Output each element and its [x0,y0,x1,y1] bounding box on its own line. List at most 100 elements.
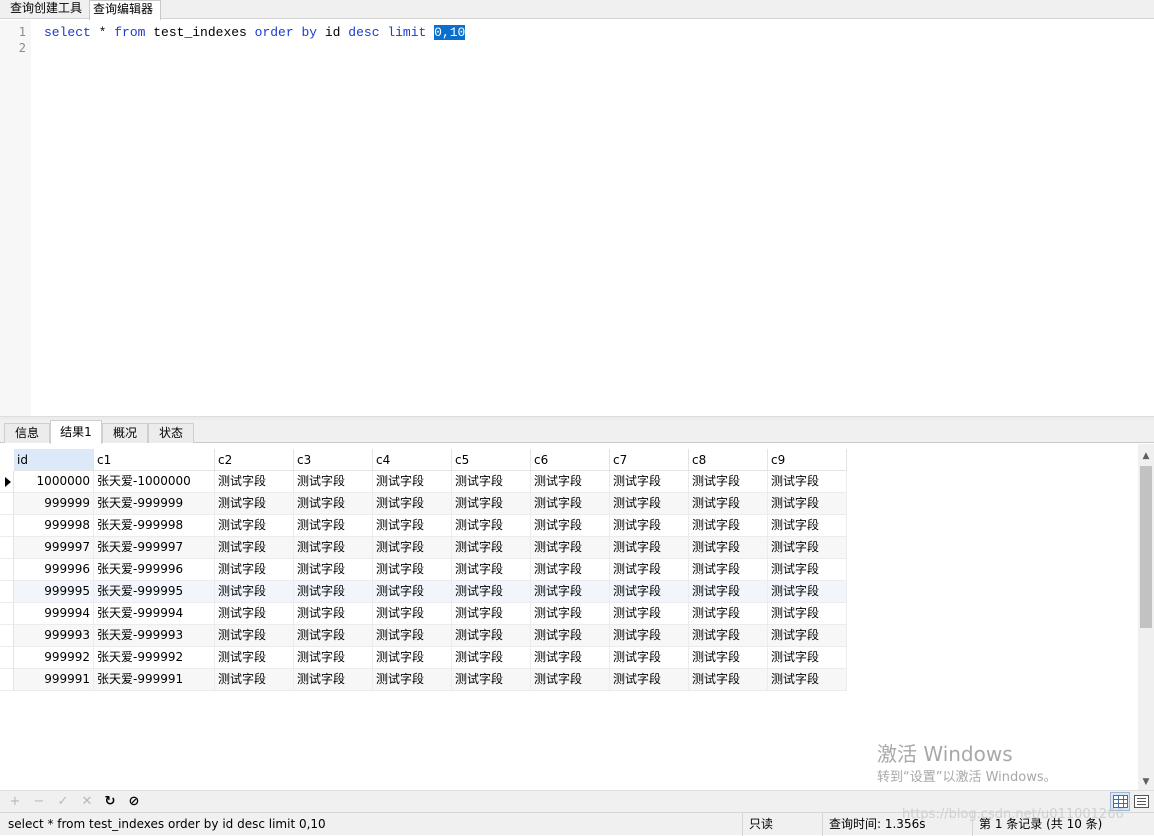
table-cell[interactable]: 测试字段 [531,537,610,559]
row-indicator[interactable] [0,559,14,581]
table-cell[interactable]: 测试字段 [531,647,610,669]
tab-result-1[interactable]: 结果1 [50,420,102,444]
table-cell[interactable]: 测试字段 [373,471,452,493]
table-cell[interactable]: 张天爱-999999 [94,493,215,515]
row-indicator[interactable] [0,515,14,537]
table-cell[interactable]: 测试字段 [768,515,847,537]
table-cell[interactable]: 测试字段 [294,647,373,669]
table-cell[interactable]: 999994 [14,603,94,625]
table-cell[interactable]: 测试字段 [215,559,294,581]
sql-editor[interactable]: 1 2 select * from test_indexes order by … [0,20,1154,416]
table-cell[interactable]: 测试字段 [215,493,294,515]
table-cell[interactable]: 测试字段 [610,559,689,581]
column-header-c4[interactable]: c4 [373,449,452,471]
table-cell[interactable]: 张天爱-1000000 [94,471,215,493]
table-cell[interactable]: 1000000 [14,471,94,493]
table-cell[interactable]: 测试字段 [452,493,531,515]
tab-status[interactable]: 状态 [148,423,194,443]
table-cell[interactable]: 测试字段 [768,625,847,647]
table-cell[interactable]: 测试字段 [452,625,531,647]
table-cell[interactable]: 测试字段 [768,559,847,581]
scrollbar-thumb[interactable] [1140,466,1152,628]
table-cell[interactable]: 测试字段 [373,581,452,603]
row-indicator[interactable] [0,581,14,603]
table-cell[interactable]: 测试字段 [215,581,294,603]
table-cell[interactable]: 张天爱-999994 [94,603,215,625]
row-indicator[interactable] [0,537,14,559]
table-cell[interactable]: 999998 [14,515,94,537]
delete-record-icon[interactable]: − [30,793,48,811]
tab-query-editor[interactable]: 查询编辑器 [89,0,161,20]
table-cell[interactable]: 测试字段 [689,625,768,647]
table-cell[interactable]: 测试字段 [610,625,689,647]
row-indicator[interactable] [0,669,14,691]
table-cell[interactable]: 测试字段 [452,581,531,603]
table-cell[interactable]: 测试字段 [689,493,768,515]
scroll-down-icon[interactable]: ▼ [1138,774,1154,790]
table-cell[interactable]: 张天爱-999996 [94,559,215,581]
column-header-id[interactable]: id [14,449,94,471]
table-cell[interactable]: 999992 [14,647,94,669]
column-header-c2[interactable]: c2 [215,449,294,471]
table-cell[interactable]: 测试字段 [531,559,610,581]
add-record-icon[interactable]: + [6,793,24,811]
table-cell[interactable]: 测试字段 [531,603,610,625]
table-cell[interactable]: 测试字段 [373,515,452,537]
table-cell[interactable]: 测试字段 [531,515,610,537]
row-indicator[interactable] [0,647,14,669]
table-cell[interactable]: 张天爱-999995 [94,581,215,603]
table-cell[interactable]: 测试字段 [531,625,610,647]
table-cell[interactable]: 测试字段 [768,471,847,493]
table-cell[interactable]: 测试字段 [294,581,373,603]
table-cell[interactable]: 测试字段 [452,669,531,691]
vertical-scrollbar[interactable]: ▲ ▼ [1138,444,1154,790]
table-cell[interactable]: 测试字段 [531,581,610,603]
table-cell[interactable]: 测试字段 [294,559,373,581]
tab-query-builder[interactable]: 查询创建工具 [7,0,87,19]
table-cell[interactable]: 测试字段 [531,493,610,515]
column-header-c6[interactable]: c6 [531,449,610,471]
table-cell[interactable]: 测试字段 [373,625,452,647]
table-cell[interactable]: 测试字段 [373,493,452,515]
table-cell[interactable]: 测试字段 [768,537,847,559]
table-cell[interactable]: 测试字段 [531,669,610,691]
table-cell[interactable]: 测试字段 [768,647,847,669]
table-cell[interactable]: 测试字段 [768,669,847,691]
table-cell[interactable]: 测试字段 [294,493,373,515]
table-cell[interactable]: 测试字段 [373,559,452,581]
scroll-up-icon[interactable]: ▲ [1138,448,1154,464]
table-cell[interactable]: 测试字段 [610,537,689,559]
table-cell[interactable]: 测试字段 [215,669,294,691]
table-cell[interactable]: 999997 [14,537,94,559]
tab-overview[interactable]: 概况 [102,423,148,443]
table-cell[interactable]: 测试字段 [689,669,768,691]
stop-icon[interactable]: ⊘ [125,793,143,811]
apply-changes-icon[interactable]: ✓ [54,793,72,811]
table-cell[interactable]: 测试字段 [768,493,847,515]
table-cell[interactable]: 999991 [14,669,94,691]
table-cell[interactable]: 测试字段 [768,581,847,603]
sql-code-line[interactable]: select * from test_indexes order by id d… [44,25,466,41]
column-header-c8[interactable]: c8 [689,449,768,471]
table-cell[interactable]: 张天爱-999993 [94,625,215,647]
table-cell[interactable]: 测试字段 [610,669,689,691]
table-cell[interactable]: 测试字段 [452,537,531,559]
table-cell[interactable]: 测试字段 [215,625,294,647]
column-header-c5[interactable]: c5 [452,449,531,471]
table-cell[interactable]: 测试字段 [452,647,531,669]
table-cell[interactable]: 测试字段 [294,471,373,493]
table-cell[interactable]: 张天爱-999992 [94,647,215,669]
table-cell[interactable]: 测试字段 [215,647,294,669]
table-cell[interactable]: 999995 [14,581,94,603]
tab-info[interactable]: 信息 [4,423,50,443]
row-indicator[interactable] [0,471,14,493]
table-cell[interactable]: 测试字段 [294,537,373,559]
table-cell[interactable]: 测试字段 [610,493,689,515]
table-cell[interactable]: 测试字段 [294,669,373,691]
table-cell[interactable]: 测试字段 [215,515,294,537]
table-cell[interactable]: 测试字段 [373,537,452,559]
table-cell[interactable]: 测试字段 [531,471,610,493]
table-cell[interactable]: 测试字段 [452,515,531,537]
table-cell[interactable]: 测试字段 [689,559,768,581]
row-indicator[interactable] [0,603,14,625]
